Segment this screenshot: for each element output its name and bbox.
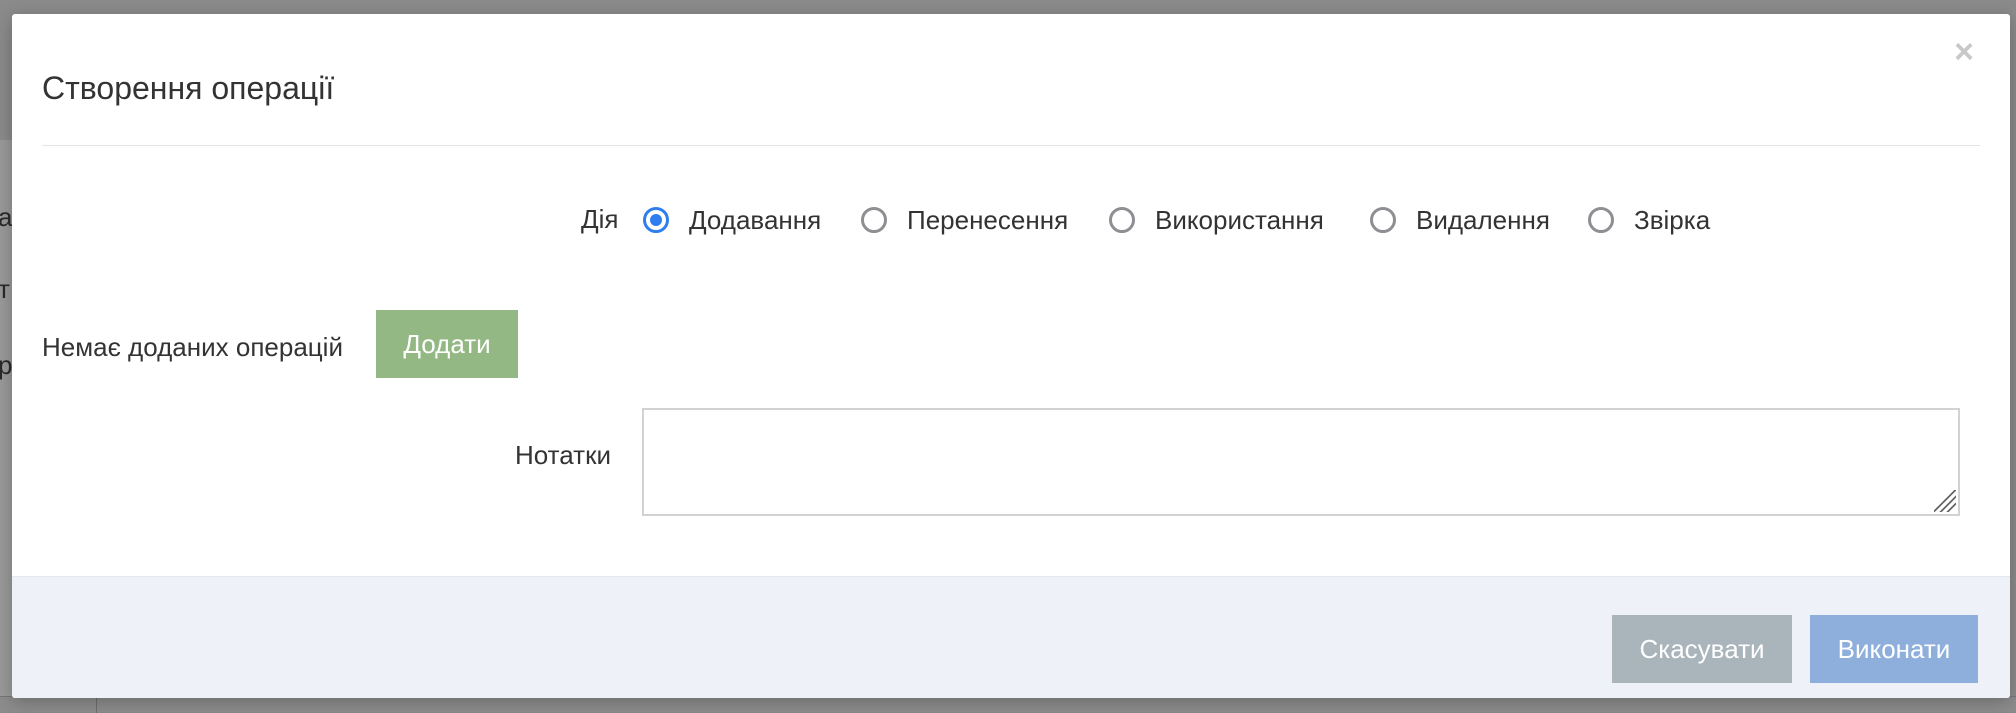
modal-footer: Скасувати Виконати bbox=[12, 576, 2010, 698]
background-bottom-bar bbox=[0, 696, 2016, 713]
submit-button[interactable]: Виконати bbox=[1810, 615, 1978, 683]
no-operations-text: Немає доданих операцій bbox=[42, 332, 343, 362]
background-text-fragment: а bbox=[0, 202, 13, 232]
close-icon[interactable]: × bbox=[1944, 32, 1984, 72]
action-radio-group: Дія Додавання Перенесення Використання В… bbox=[12, 200, 2010, 240]
radio-label-use: Використання bbox=[1155, 204, 1324, 235]
radio-label-add: Додавання bbox=[689, 204, 822, 235]
radio-option-reconcile[interactable]: Звірка bbox=[1588, 200, 1710, 240]
notes-textarea[interactable] bbox=[642, 408, 1960, 516]
background-text-fragment: р bbox=[0, 350, 13, 380]
radio-option-use[interactable]: Використання bbox=[1109, 200, 1324, 240]
add-operation-button[interactable]: Додати bbox=[376, 310, 518, 378]
create-operation-modal: Створення операції × Дія Додавання Перен… bbox=[12, 14, 2010, 698]
cancel-button[interactable]: Скасувати bbox=[1612, 615, 1792, 683]
radio-label-reconcile: Звірка bbox=[1634, 204, 1711, 235]
action-label: Дія bbox=[581, 204, 619, 234]
radio-button-delete[interactable] bbox=[1370, 207, 1396, 233]
radio-label-transfer: Перенесення bbox=[907, 204, 1069, 235]
notes-label: Нотатки bbox=[515, 440, 611, 470]
radio-button-use[interactable] bbox=[1109, 207, 1135, 233]
radio-option-add[interactable]: Додавання bbox=[643, 200, 821, 240]
background-page: а т р bbox=[0, 140, 12, 712]
background-text-fragment: т bbox=[0, 274, 10, 304]
radio-label-delete: Видалення bbox=[1416, 204, 1550, 235]
radio-button-transfer[interactable] bbox=[861, 207, 887, 233]
modal-title: Створення операції bbox=[42, 70, 335, 106]
radio-button-add[interactable] bbox=[643, 207, 669, 233]
background-divider bbox=[96, 697, 97, 713]
resize-handle-icon[interactable] bbox=[1934, 490, 1956, 512]
radio-option-delete[interactable]: Видалення bbox=[1370, 200, 1550, 240]
radio-option-transfer[interactable]: Перенесення bbox=[861, 200, 1068, 240]
radio-button-reconcile[interactable] bbox=[1588, 207, 1614, 233]
operations-section: Немає доданих операцій Додати bbox=[42, 310, 642, 378]
modal-header: Створення операції × bbox=[42, 14, 1980, 146]
